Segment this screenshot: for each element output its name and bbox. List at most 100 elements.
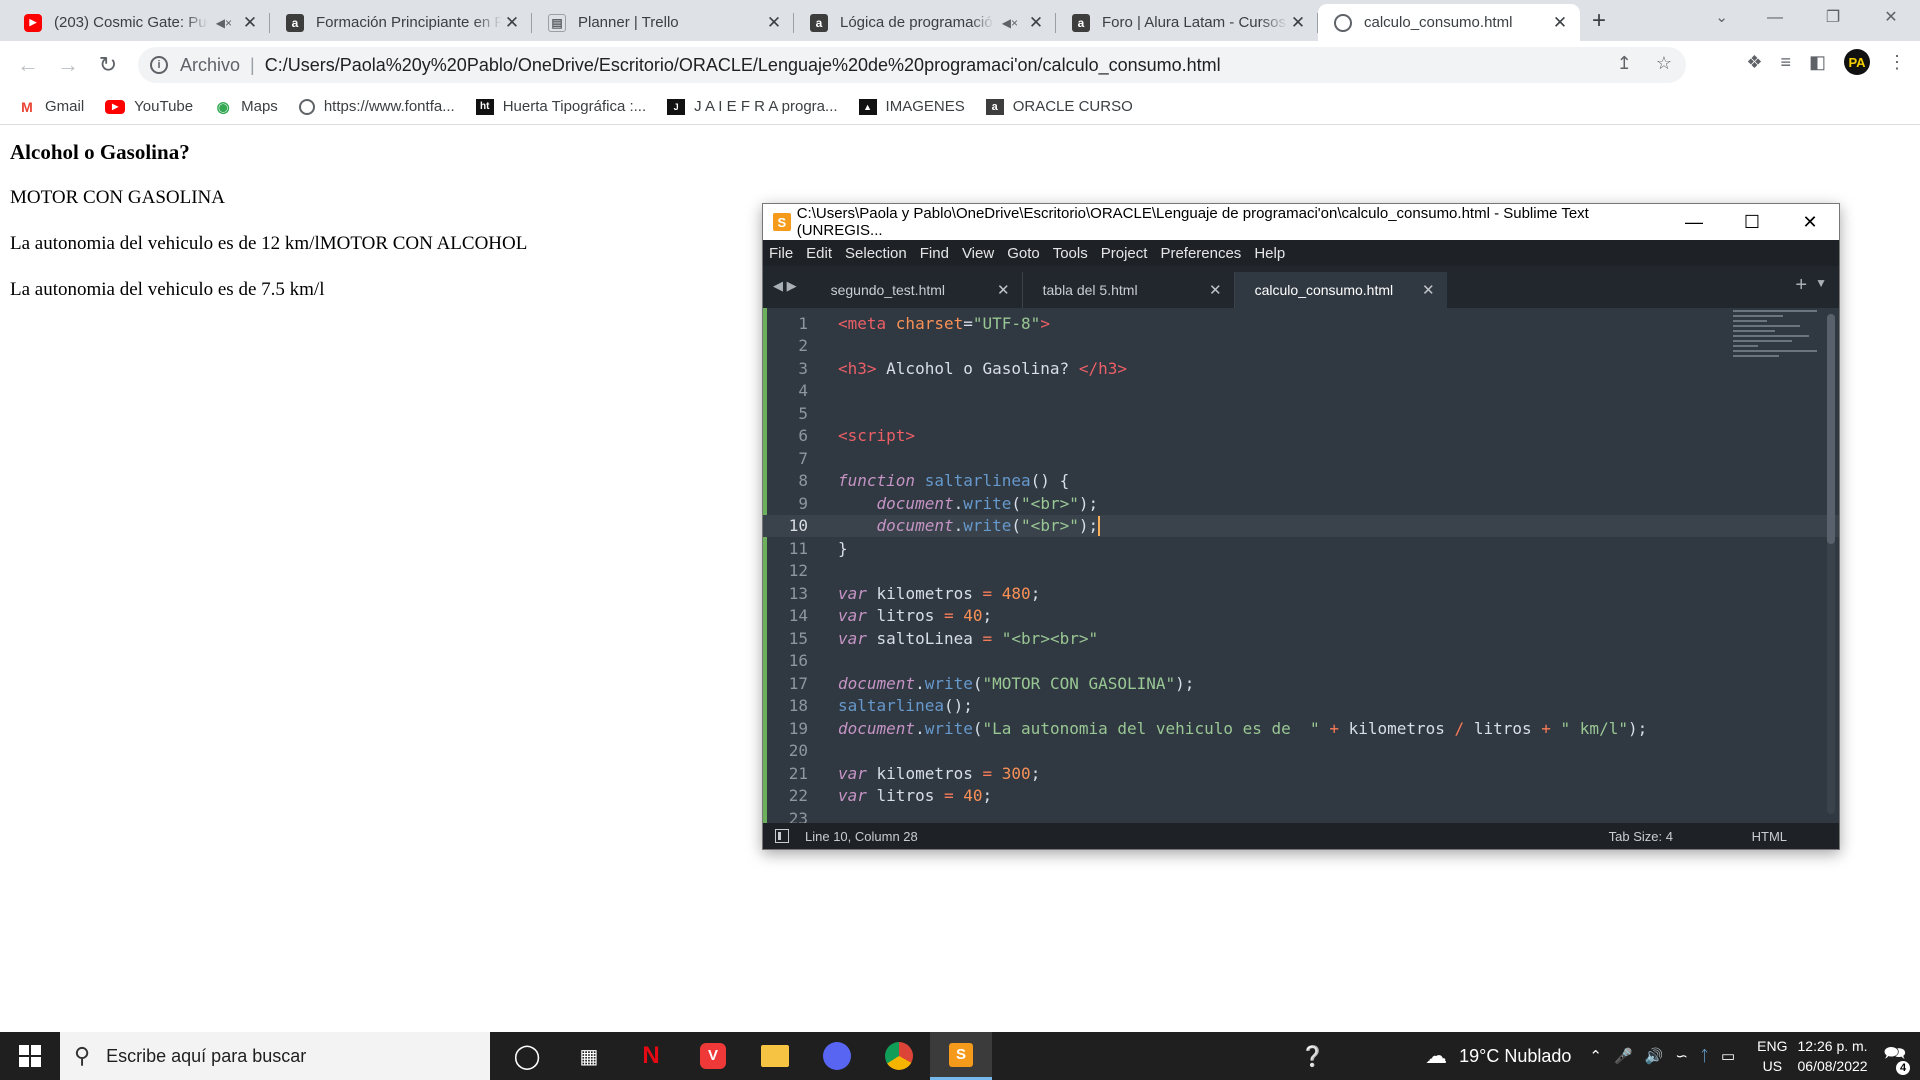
more-menu-icon[interactable]: ⋮ [1888,52,1906,73]
weather-status[interactable]: 19°C Nublado [1459,1046,1571,1067]
maximize-icon[interactable]: ☐ [1723,212,1781,233]
discord-icon[interactable] [806,1032,868,1080]
extensions-puzzle-icon[interactable]: ❖ [1746,52,1762,73]
back-icon[interactable]: ← [8,52,48,78]
bluetooth-icon[interactable]: ᛏ [1700,1048,1709,1065]
menu-item-edit[interactable]: Edit [806,245,832,262]
code-line[interactable]: 12 [763,560,1839,583]
editor-tab[interactable]: segundo_test.html ✕ [811,272,1023,308]
bookmark-item[interactable]: ▲ IMAGENES [858,98,965,115]
sublime-taskbar-icon[interactable]: S [930,1032,992,1080]
tab-size-selector[interactable]: Tab Size: 4 [1609,829,1673,844]
close-tab-icon[interactable]: ✕ [1209,281,1222,299]
minimap[interactable] [1733,310,1817,370]
network-icon[interactable]: ∽ [1675,1047,1688,1065]
menu-item-project[interactable]: Project [1101,245,1148,262]
code-line[interactable]: 6 <script> [763,425,1839,448]
syntax-selector[interactable]: HTML [1752,829,1787,844]
code-line[interactable]: 14 var litros = 40; [763,605,1839,628]
help-icon[interactable]: ❔ [1300,1044,1325,1069]
browser-tab[interactable]: a Formación Principiante en P ✕ [270,4,532,41]
side-panel-icon[interactable]: ◧ [1809,52,1826,73]
menu-item-tools[interactable]: Tools [1053,245,1088,262]
code-line[interactable]: 18 saltarlinea (); [763,695,1839,718]
minimize-icon[interactable]: — [1746,0,1804,36]
tab-nav-arrows-icon[interactable]: ◀ ▶ [773,278,797,294]
taskbar-clock[interactable]: 12:26 p. m. 06/08/2022 [1798,1036,1868,1076]
code-line[interactable]: 15 var saltoLinea = "<br><br>" [763,627,1839,650]
taskbar-search-box[interactable]: ⚲ Escribe aquí para buscar [60,1032,490,1080]
menu-item-goto[interactable]: Goto [1007,245,1040,262]
menu-item-view[interactable]: View [962,245,994,262]
bookmark-item[interactable]: M Gmail [18,98,84,115]
reading-list-icon[interactable]: ≡ [1780,52,1791,73]
code-line[interactable]: 8 function saltarlinea() { [763,470,1839,493]
task-view-icon[interactable]: ▦ [558,1032,620,1080]
cortana-icon[interactable]: ◯ [496,1032,558,1080]
close-tab-icon[interactable]: ✕ [1026,13,1046,33]
muted-speaker-icon[interactable]: ◀× [216,16,232,30]
close-tab-icon[interactable]: ✕ [240,13,260,33]
close-tab-icon[interactable]: ✕ [1550,13,1570,33]
code-line[interactable]: 3 <h3> Alcohol o Gasolina? </h3> [763,357,1839,380]
new-tab-icon[interactable]: + [1592,7,1606,35]
code-editor[interactable]: 1 <meta charset = "UTF-8" >2 3 <h3> Alcohol o … [763,308,1839,824]
menu-item-selection[interactable]: Selection [845,245,907,262]
code-line[interactable]: 20 [763,740,1839,763]
vivaldi-icon[interactable]: V [682,1032,744,1080]
browser-tab[interactable]: ▤ Planner | Trello ✕ [532,4,794,41]
code-line[interactable]: 5 [763,402,1839,425]
code-line[interactable]: 7 [763,447,1839,470]
code-line[interactable]: 2 [763,335,1839,358]
forward-icon[interactable]: → [48,52,88,78]
code-line[interactable]: 1 <meta charset = "UTF-8" > [763,312,1839,335]
scrollbar-thumb[interactable] [1827,314,1835,544]
close-tab-icon[interactable]: ✕ [764,13,784,33]
browser-tab[interactable]: ▶ (203) Cosmic Gate: Pue ◀× ✕ [8,4,270,41]
info-icon[interactable]: i [150,56,168,74]
notifications-icon[interactable]: 🗪 4 [1884,1041,1910,1075]
minimize-icon[interactable]: — [1665,212,1723,233]
browser-tab[interactable]: calculo_consumo.html ✕ [1318,4,1580,41]
menu-item-help[interactable]: Help [1254,245,1285,262]
close-tab-icon[interactable]: ✕ [1422,281,1435,299]
side-panel-toggle-icon[interactable] [775,829,789,843]
close-icon[interactable]: ✕ [1862,0,1920,36]
microphone-icon[interactable]: 🎤 [1614,1047,1633,1065]
close-icon[interactable]: ✕ [1781,212,1839,233]
code-line[interactable]: 9 document. write("<br>"); [763,492,1839,515]
browser-tab[interactable]: a Foro | Alura Latam - Cursos ✕ [1056,4,1318,41]
file-explorer-icon[interactable] [744,1032,806,1080]
menu-item-find[interactable]: Find [920,245,949,262]
code-lines[interactable]: 1 <meta charset = "UTF-8" >2 3 <h3> Alcohol o … [763,312,1839,824]
menu-item-file[interactable]: File [769,245,793,262]
code-line[interactable]: 11} [763,537,1839,560]
browser-tab[interactable]: a Lógica de programación ◀× ✕ [794,4,1056,41]
restore-icon[interactable]: ❐ [1804,0,1862,36]
close-tab-icon[interactable]: ✕ [997,281,1010,299]
profile-avatar[interactable]: PA [1844,49,1870,75]
tab-dropdown-icon[interactable]: ▼ [1815,276,1827,290]
code-line[interactable]: 10 document. write("<br>"); [763,514,1839,537]
code-line[interactable]: 23 [763,807,1839,824]
editor-tab[interactable]: calculo_consumo.html ✕ [1234,272,1447,308]
netflix-icon[interactable]: N [620,1032,682,1080]
bookmark-item[interactable]: ◉ Maps [214,98,278,116]
reload-icon[interactable]: ↻ [88,52,128,78]
battery-icon[interactable]: ▭ [1721,1047,1735,1065]
bookmark-item[interactable]: J J A I E F R A progra... [667,98,838,115]
bookmark-item[interactable]: a ORACLE CURSO [985,98,1133,115]
code-line[interactable]: 16 [763,650,1839,673]
show-hidden-icons-icon[interactable]: ⌃ [1589,1047,1602,1065]
tab-search-icon[interactable]: ⌄ [1715,8,1728,26]
code-line[interactable]: 13 var kilometros = 480; [763,582,1839,605]
language-indicator[interactable]: ENG US [1757,1036,1787,1076]
bookmark-item[interactable]: https://www.fontfa... [298,98,455,115]
muted-speaker-icon[interactable]: ◀× [1002,16,1018,30]
code-line[interactable]: 21 var kilometros = 300; [763,762,1839,785]
start-button[interactable] [0,1032,60,1080]
vertical-scrollbar[interactable] [1827,314,1835,814]
editor-tab[interactable]: tabla del 5.html ✕ [1023,272,1235,308]
address-url[interactable]: C:/Users/Paola%20y%20Pablo/OneDrive/Escr… [265,55,1221,76]
new-tab-icon[interactable]: + [1795,274,1807,297]
